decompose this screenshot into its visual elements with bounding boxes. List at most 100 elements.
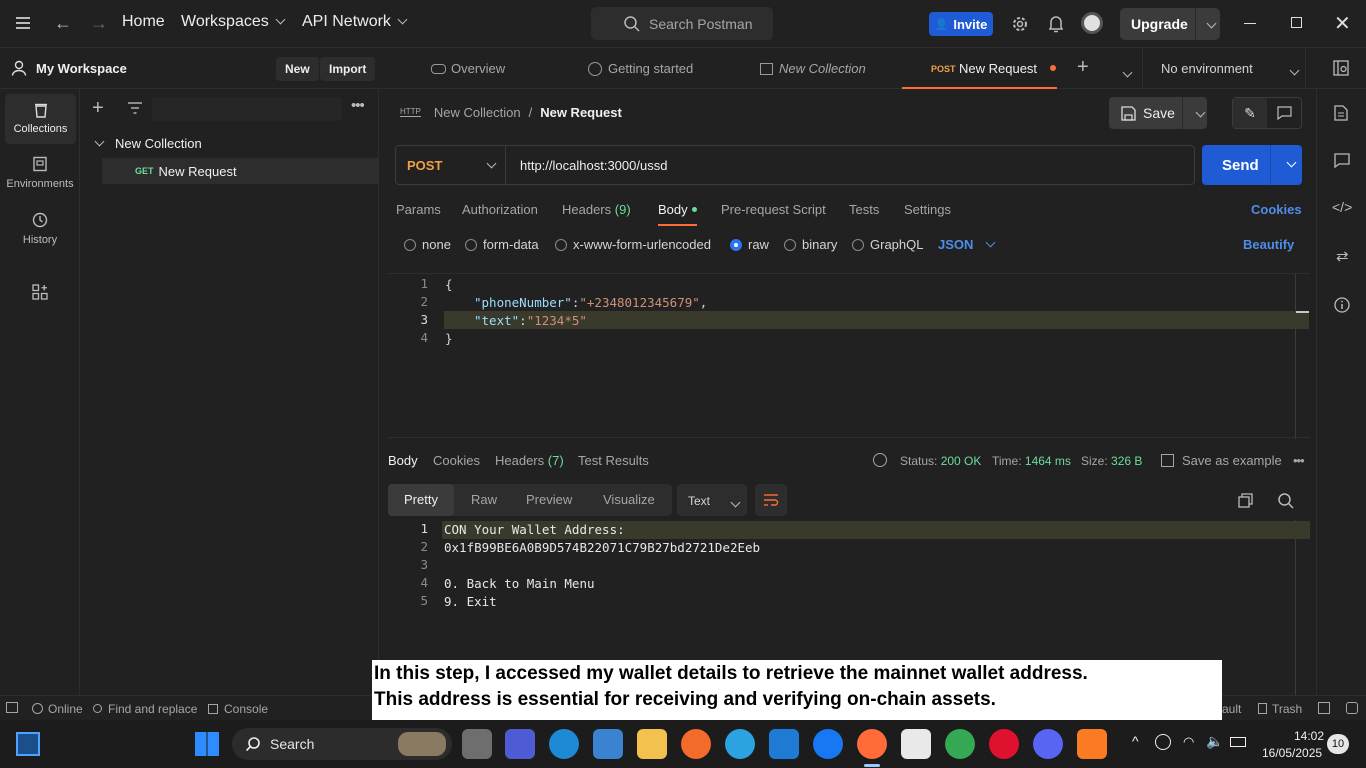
tab-getting-started[interactable]: Getting started xyxy=(588,61,693,76)
chevron-up-icon[interactable]: ^ xyxy=(1132,733,1139,749)
minimize-button[interactable] xyxy=(1244,23,1256,24)
url-input[interactable]: http://localhost:3000/ussd xyxy=(520,158,667,173)
format-select[interactable]: Text xyxy=(677,484,747,516)
request-body-editor[interactable]: 1 { 2 "phoneNumber":"+2348012345679", 3 … xyxy=(388,273,1310,439)
comment-icon[interactable] xyxy=(1334,153,1350,168)
task-view-icon[interactable] xyxy=(16,732,40,756)
menu-icon[interactable] xyxy=(16,17,30,29)
search-input[interactable]: Search Postman xyxy=(591,7,773,40)
tab-body[interactable]: Body xyxy=(658,202,697,226)
tab-overview[interactable]: Overview xyxy=(431,61,505,76)
sidebar-item-environments[interactable]: Environments xyxy=(0,156,80,190)
avatar[interactable] xyxy=(1081,12,1103,34)
radio-binary[interactable]: binary xyxy=(784,237,837,252)
editor-scrollbar[interactable] xyxy=(1295,274,1296,439)
online-status[interactable]: Online xyxy=(32,702,83,716)
view-tab-preview[interactable]: Preview xyxy=(526,492,572,507)
radio-none[interactable]: none xyxy=(404,237,451,252)
sidebar-item-apps[interactable] xyxy=(0,284,80,303)
response-tab-cookies[interactable]: Cookies xyxy=(433,453,480,468)
windows-start-icon[interactable] xyxy=(195,732,219,756)
code-icon[interactable]: </> xyxy=(1332,199,1352,215)
layout-icon[interactable] xyxy=(1318,702,1330,714)
invite-button[interactable]: 👤 Invite xyxy=(929,12,993,36)
chevron-down-icon[interactable] xyxy=(1286,157,1297,168)
clock-time[interactable]: 14:02 xyxy=(1294,729,1324,743)
maximize-button[interactable] xyxy=(1291,17,1302,28)
collection-row[interactable]: New Collection xyxy=(80,131,379,155)
meet-app-icon[interactable] xyxy=(505,729,535,759)
environment-quick-look-icon[interactable] xyxy=(1333,60,1349,76)
new-button[interactable]: New xyxy=(276,57,319,81)
filter-input[interactable] xyxy=(152,97,342,121)
response-scrollbar[interactable] xyxy=(1295,520,1296,695)
tab-pre-request-script[interactable]: Pre-request Script xyxy=(721,202,826,217)
tab-settings[interactable]: Settings xyxy=(904,202,951,217)
add-tab-icon[interactable]: + xyxy=(1077,56,1089,79)
import-button[interactable]: Import xyxy=(320,57,376,81)
request-row[interactable]: GET New Request xyxy=(102,158,379,184)
info-icon[interactable] xyxy=(1334,297,1350,313)
trash-button[interactable]: Trash xyxy=(1258,702,1302,716)
sidebar-item-history[interactable]: History xyxy=(0,212,80,246)
console-button[interactable]: Console xyxy=(208,702,268,716)
tab-params[interactable]: Params xyxy=(396,202,441,217)
bell-icon[interactable] xyxy=(1048,15,1064,33)
copy-icon[interactable] xyxy=(1238,493,1253,508)
tab-tests[interactable]: Tests xyxy=(849,202,879,217)
find-replace-button[interactable]: Find and replace xyxy=(93,702,197,716)
document-icon[interactable] xyxy=(1334,105,1348,121)
wrap-lines-button[interactable] xyxy=(755,484,787,516)
help-icon[interactable] xyxy=(1346,702,1358,714)
sidebar-toggle-icon[interactable] xyxy=(6,702,18,713)
cookies-link[interactable]: Cookies xyxy=(1251,202,1302,217)
language-select[interactable]: JSON xyxy=(938,237,996,252)
tab-authorization[interactable]: Authorization xyxy=(462,202,538,217)
globe-icon[interactable] xyxy=(873,453,887,467)
chrome-browser-icon[interactable] xyxy=(945,729,975,759)
api-network-menu[interactable]: API Network xyxy=(302,13,408,31)
radio-graphql[interactable]: GraphQL xyxy=(852,237,923,252)
breadcrumb-collection[interactable]: New Collection xyxy=(434,105,521,120)
gear-icon[interactable] xyxy=(1011,15,1029,33)
back-arrow-icon[interactable]: ← xyxy=(54,13,72,34)
telegram-app-icon[interactable] xyxy=(725,729,755,759)
radio-urlencoded[interactable]: x-www-form-urlencoded xyxy=(555,237,711,252)
battery-icon[interactable] xyxy=(1230,737,1246,747)
tab-new-request[interactable]: POST New Request xyxy=(902,48,1057,89)
chevron-down-icon[interactable] xyxy=(1195,107,1206,118)
taskbar-search[interactable]: Search xyxy=(232,728,452,760)
view-tab-raw[interactable]: Raw xyxy=(471,492,497,507)
method-select[interactable]: POST xyxy=(396,146,506,184)
vscode-app-icon[interactable] xyxy=(769,729,799,759)
clock-date[interactable]: 16/05/2025 xyxy=(1262,746,1322,760)
notification-badge[interactable]: 10 xyxy=(1327,734,1349,754)
related-icon[interactable]: ⇄ xyxy=(1336,247,1349,265)
discord-app-icon[interactable] xyxy=(1033,729,1063,759)
environment-select[interactable]: No environment xyxy=(1142,48,1306,88)
tab-new-collection[interactable]: New Collection xyxy=(760,61,866,76)
save-button[interactable]: Save xyxy=(1109,97,1207,129)
response-tab-body[interactable]: Body xyxy=(388,453,418,468)
beautify-link[interactable]: Beautify xyxy=(1243,237,1294,252)
chevron-down-icon[interactable] xyxy=(1206,18,1217,29)
comment-icon[interactable] xyxy=(1277,106,1292,120)
search-icon[interactable] xyxy=(1278,493,1294,509)
radio-raw[interactable]: raw xyxy=(730,237,769,252)
more-icon[interactable]: ••• xyxy=(1293,453,1305,468)
sync-icon[interactable] xyxy=(1155,734,1171,750)
firefox-browser-icon[interactable] xyxy=(681,729,711,759)
response-tab-headers[interactable]: Headers (7) xyxy=(495,453,564,468)
response-tab-test-results[interactable]: Test Results xyxy=(578,453,649,468)
forward-arrow-icon[interactable]: → xyxy=(90,13,108,34)
runner-partial-label[interactable]: ault xyxy=(1222,702,1241,716)
file-explorer-icon[interactable] xyxy=(637,729,667,759)
sidebar-item-collections[interactable]: Collections xyxy=(5,94,76,144)
tab-headers[interactable]: Headers (9) xyxy=(562,202,631,217)
upgrade-button[interactable]: Upgrade xyxy=(1120,8,1220,40)
document-app-icon[interactable] xyxy=(901,729,931,759)
home-link[interactable]: Home xyxy=(122,13,165,31)
view-tab-pretty[interactable]: Pretty xyxy=(388,484,454,516)
chevron-down-icon[interactable] xyxy=(1122,67,1133,78)
close-window-button[interactable]: ✕ xyxy=(1334,11,1351,36)
